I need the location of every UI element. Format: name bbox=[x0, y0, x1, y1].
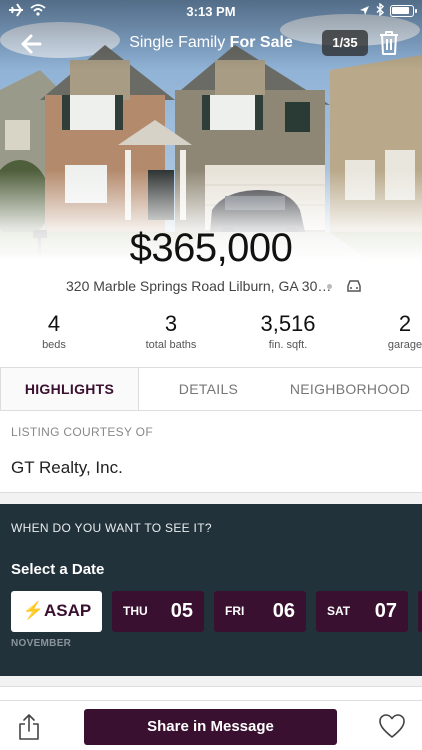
asap-label: ⚡ASAP bbox=[11, 601, 103, 621]
date-chip-partial[interactable] bbox=[418, 591, 422, 632]
trash-button[interactable] bbox=[377, 30, 401, 56]
date-chip-day: SAT bbox=[327, 604, 351, 618]
car-icon[interactable] bbox=[346, 279, 362, 293]
separator-dot bbox=[327, 284, 332, 289]
listing-price: $365,000 bbox=[129, 226, 293, 270]
stat-baths: 3 total baths bbox=[121, 311, 221, 352]
stat-value: 3,516 bbox=[260, 311, 316, 336]
stat-beds: 4 beds bbox=[4, 311, 104, 352]
trash-icon bbox=[380, 31, 398, 55]
nav-title-status: For Sale bbox=[229, 34, 293, 51]
stat-label: fin. sqft. bbox=[268, 339, 308, 351]
date-chip-number: 07 bbox=[374, 600, 397, 622]
date-chip[interactable]: THU 05 bbox=[112, 591, 204, 632]
property-stats: 4 beds 3 total baths 3,516 fin. sqft. 2 … bbox=[0, 312, 422, 356]
month-label: NOVEMBER bbox=[11, 638, 72, 649]
photo-counter[interactable]: 1/35 bbox=[322, 30, 368, 56]
date-chip-day: FRI bbox=[225, 604, 245, 618]
schedule-tour-panel: WHEN DO YOU WANT TO SEE IT? Select a Dat… bbox=[0, 504, 422, 676]
schedule-question: WHEN DO YOU WANT TO SEE IT? bbox=[11, 521, 212, 535]
stat-label: total baths bbox=[145, 339, 197, 351]
stat-garage: 2 garage bbox=[355, 311, 422, 352]
stat-label: garage bbox=[387, 339, 422, 351]
date-chip-number: 06 bbox=[272, 600, 295, 622]
courtesy-label: LISTING COURTESY OF bbox=[11, 425, 153, 439]
date-chip-number: 05 bbox=[170, 600, 193, 622]
stat-value: 3 bbox=[164, 311, 178, 336]
date-chip-asap[interactable]: ⚡ASAP bbox=[11, 591, 102, 632]
lightning-icon: ⚡ bbox=[22, 601, 44, 620]
tab-details[interactable]: DETAILS bbox=[139, 368, 278, 410]
date-chip[interactable]: SAT 07 bbox=[316, 591, 408, 632]
asap-text: ASAP bbox=[43, 601, 92, 620]
tab-neighborhood[interactable]: NEIGHBORHOOD bbox=[278, 368, 422, 410]
bottom-action-bar: Share in Message bbox=[0, 700, 422, 750]
select-date-heading: Select a Date bbox=[11, 561, 105, 578]
section-divider bbox=[0, 492, 422, 504]
status-bar: 3:13 PM bbox=[0, 0, 422, 22]
listing-address[interactable]: 320 Marble Springs Road Lilburn, GA 30… bbox=[66, 278, 331, 294]
location-arrow-icon bbox=[359, 4, 370, 19]
share-in-message-button[interactable]: Share in Message bbox=[84, 709, 337, 745]
section-divider bbox=[0, 676, 422, 701]
nav-bar: Single Family For Sale 1/35 bbox=[0, 28, 422, 60]
heart-icon bbox=[379, 714, 405, 738]
stat-sqft: 3,516 fin. sqft. bbox=[238, 311, 338, 352]
stat-label: beds bbox=[42, 339, 66, 351]
date-chip[interactable]: FRI 06 bbox=[214, 591, 306, 632]
favorite-button[interactable] bbox=[378, 713, 406, 739]
share-button[interactable] bbox=[18, 713, 40, 741]
tab-highlights[interactable]: HIGHLIGHTS bbox=[0, 368, 139, 410]
detail-tabs: HIGHLIGHTS DETAILS NEIGHBORHOOD bbox=[0, 367, 422, 411]
date-chip-day: THU bbox=[123, 604, 148, 618]
battery-icon bbox=[390, 5, 417, 17]
address-row[interactable]: 320 Marble Springs Road Lilburn, GA 30… bbox=[0, 278, 422, 296]
stat-value: 4 bbox=[47, 311, 61, 336]
share-icon bbox=[19, 714, 39, 740]
broker-name: GT Realty, Inc. bbox=[11, 458, 123, 477]
bluetooth-icon bbox=[376, 2, 385, 19]
stat-value: 2 bbox=[398, 311, 412, 336]
nav-title-type: Single Family bbox=[129, 34, 226, 51]
